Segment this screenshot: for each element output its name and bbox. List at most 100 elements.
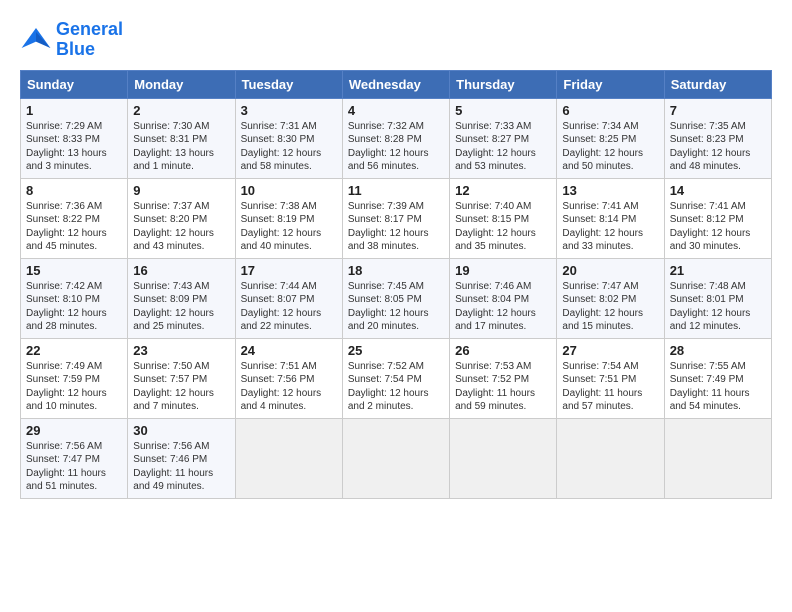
day-info: Sunrise: 7:43 AMSunset: 8:09 PMDaylight:… bbox=[133, 280, 229, 334]
day-number: 10 bbox=[241, 183, 337, 198]
day-number: 20 bbox=[562, 263, 658, 278]
logo-icon bbox=[20, 24, 52, 56]
calendar-table: SundayMondayTuesdayWednesdayThursdayFrid… bbox=[20, 70, 772, 499]
weekday-header: Monday bbox=[128, 70, 235, 98]
day-number: 18 bbox=[348, 263, 444, 278]
calendar-cell: 4 Sunrise: 7:32 AMSunset: 8:28 PMDaylight… bbox=[342, 98, 449, 178]
day-info: Sunrise: 7:47 AMSunset: 8:02 PMDaylight:… bbox=[562, 280, 658, 334]
day-number: 3 bbox=[241, 103, 337, 118]
calendar-cell: 10 Sunrise: 7:38 AMSunset: 8:19 PMDayligh… bbox=[235, 178, 342, 258]
calendar-body: 1Sunrise: 7:29 AMSunset: 8:33 PMDaylight… bbox=[21, 98, 772, 498]
calendar-week: 1Sunrise: 7:29 AMSunset: 8:33 PMDaylight… bbox=[21, 98, 772, 178]
day-number: 7 bbox=[670, 103, 766, 118]
calendar-week: 8 Sunrise: 7:36 AMSunset: 8:22 PMDaylight… bbox=[21, 178, 772, 258]
calendar-cell: 19Sunrise: 7:46 AMSunset: 8:04 PMDayligh… bbox=[450, 258, 557, 338]
day-info: Sunrise: 7:56 AMSunset: 7:46 PMDaylight:… bbox=[133, 440, 229, 494]
logo: General Blue bbox=[20, 20, 123, 60]
day-info: Sunrise: 7:31 AMSunset: 8:30 PMDaylight:… bbox=[241, 120, 337, 174]
calendar-cell: 20 Sunrise: 7:47 AMSunset: 8:02 PMDayligh… bbox=[557, 258, 664, 338]
calendar-cell: 26 Sunrise: 7:53 AMSunset: 7:52 PMDayligh… bbox=[450, 338, 557, 418]
day-number: 26 bbox=[455, 343, 551, 358]
calendar-cell: 23Sunrise: 7:50 AMSunset: 7:57 PMDayligh… bbox=[128, 338, 235, 418]
day-info: Sunrise: 7:51 AMSunset: 7:56 PMDaylight:… bbox=[241, 360, 337, 414]
day-info: Sunrise: 7:36 AMSunset: 8:22 PMDaylight:… bbox=[26, 200, 122, 254]
day-info: Sunrise: 7:33 AMSunset: 8:27 PMDaylight:… bbox=[455, 120, 551, 174]
calendar-cell: 11 Sunrise: 7:39 AMSunset: 8:17 PMDayligh… bbox=[342, 178, 449, 258]
calendar-week: 15 Sunrise: 7:42 AMSunset: 8:10 PMDayligh… bbox=[21, 258, 772, 338]
calendar-cell: 8 Sunrise: 7:36 AMSunset: 8:22 PMDaylight… bbox=[21, 178, 128, 258]
calendar-cell: 13 Sunrise: 7:41 AMSunset: 8:14 PMDayligh… bbox=[557, 178, 664, 258]
day-info: Sunrise: 7:41 AMSunset: 8:14 PMDaylight:… bbox=[562, 200, 658, 254]
day-number: 1 bbox=[26, 103, 122, 118]
day-number: 28 bbox=[670, 343, 766, 358]
day-number: 16 bbox=[133, 263, 229, 278]
calendar-cell: 6Sunrise: 7:34 AMSunset: 8:25 PMDaylight… bbox=[557, 98, 664, 178]
calendar-cell: 3 Sunrise: 7:31 AMSunset: 8:30 PMDaylight… bbox=[235, 98, 342, 178]
day-number: 24 bbox=[241, 343, 337, 358]
calendar-cell: 30 Sunrise: 7:56 AMSunset: 7:46 PMDayligh… bbox=[128, 418, 235, 498]
page-header: General Blue bbox=[20, 20, 772, 60]
day-info: Sunrise: 7:45 AMSunset: 8:05 PMDaylight:… bbox=[348, 280, 444, 334]
day-info: Sunrise: 7:42 AMSunset: 8:10 PMDaylight:… bbox=[26, 280, 122, 334]
day-info: Sunrise: 7:39 AMSunset: 8:17 PMDaylight:… bbox=[348, 200, 444, 254]
day-info: Sunrise: 7:56 AMSunset: 7:47 PMDaylight:… bbox=[26, 440, 122, 494]
day-number: 17 bbox=[241, 263, 337, 278]
day-info: Sunrise: 7:52 AMSunset: 7:54 PMDaylight:… bbox=[348, 360, 444, 414]
calendar-cell: 2 Sunrise: 7:30 AMSunset: 8:31 PMDaylight… bbox=[128, 98, 235, 178]
calendar-cell bbox=[664, 418, 771, 498]
calendar-cell: 9 Sunrise: 7:37 AMSunset: 8:20 PMDaylight… bbox=[128, 178, 235, 258]
day-info: Sunrise: 7:37 AMSunset: 8:20 PMDaylight:… bbox=[133, 200, 229, 254]
day-number: 29 bbox=[26, 423, 122, 438]
day-info: Sunrise: 7:40 AMSunset: 8:15 PMDaylight:… bbox=[455, 200, 551, 254]
calendar-week: 29 Sunrise: 7:56 AMSunset: 7:47 PMDayligh… bbox=[21, 418, 772, 498]
day-info: Sunrise: 7:35 AMSunset: 8:23 PMDaylight:… bbox=[670, 120, 766, 174]
day-info: Sunrise: 7:53 AMSunset: 7:52 PMDaylight:… bbox=[455, 360, 551, 414]
calendar-cell: 22 Sunrise: 7:49 AMSunset: 7:59 PMDayligh… bbox=[21, 338, 128, 418]
day-number: 6 bbox=[562, 103, 658, 118]
day-info: Sunrise: 7:41 AMSunset: 8:12 PMDaylight:… bbox=[670, 200, 766, 254]
day-number: 2 bbox=[133, 103, 229, 118]
day-number: 21 bbox=[670, 263, 766, 278]
weekday-header: Wednesday bbox=[342, 70, 449, 98]
day-info: Sunrise: 7:54 AMSunset: 7:51 PMDaylight:… bbox=[562, 360, 658, 414]
day-number: 27 bbox=[562, 343, 658, 358]
day-number: 4 bbox=[348, 103, 444, 118]
calendar-header: SundayMondayTuesdayWednesdayThursdayFrid… bbox=[21, 70, 772, 98]
day-info: Sunrise: 7:38 AMSunset: 8:19 PMDaylight:… bbox=[241, 200, 337, 254]
calendar-cell: 1Sunrise: 7:29 AMSunset: 8:33 PMDaylight… bbox=[21, 98, 128, 178]
weekday-header: Tuesday bbox=[235, 70, 342, 98]
weekday-header: Saturday bbox=[664, 70, 771, 98]
calendar-cell: 5 Sunrise: 7:33 AMSunset: 8:27 PMDaylight… bbox=[450, 98, 557, 178]
day-info: Sunrise: 7:30 AMSunset: 8:31 PMDaylight:… bbox=[133, 120, 229, 174]
day-info: Sunrise: 7:48 AMSunset: 8:01 PMDaylight:… bbox=[670, 280, 766, 334]
day-number: 13 bbox=[562, 183, 658, 198]
day-info: Sunrise: 7:50 AMSunset: 7:57 PMDaylight:… bbox=[133, 360, 229, 414]
calendar-cell bbox=[450, 418, 557, 498]
day-number: 5 bbox=[455, 103, 551, 118]
day-number: 9 bbox=[133, 183, 229, 198]
calendar-cell: 7 Sunrise: 7:35 AMSunset: 8:23 PMDaylight… bbox=[664, 98, 771, 178]
day-number: 22 bbox=[26, 343, 122, 358]
calendar-cell: 28 Sunrise: 7:55 AMSunset: 7:49 PMDayligh… bbox=[664, 338, 771, 418]
weekday-header: Sunday bbox=[21, 70, 128, 98]
calendar-cell: 15 Sunrise: 7:42 AMSunset: 8:10 PMDayligh… bbox=[21, 258, 128, 338]
weekday-row: SundayMondayTuesdayWednesdayThursdayFrid… bbox=[21, 70, 772, 98]
day-number: 14 bbox=[670, 183, 766, 198]
calendar-cell bbox=[557, 418, 664, 498]
calendar-cell: 16 Sunrise: 7:43 AMSunset: 8:09 PMDayligh… bbox=[128, 258, 235, 338]
day-number: 8 bbox=[26, 183, 122, 198]
day-info: Sunrise: 7:32 AMSunset: 8:28 PMDaylight:… bbox=[348, 120, 444, 174]
calendar-cell: 17Sunrise: 7:44 AMSunset: 8:07 PMDayligh… bbox=[235, 258, 342, 338]
day-number: 11 bbox=[348, 183, 444, 198]
calendar-cell: 25Sunrise: 7:52 AMSunset: 7:54 PMDayligh… bbox=[342, 338, 449, 418]
day-info: Sunrise: 7:49 AMSunset: 7:59 PMDaylight:… bbox=[26, 360, 122, 414]
day-number: 15 bbox=[26, 263, 122, 278]
calendar-week: 22 Sunrise: 7:49 AMSunset: 7:59 PMDayligh… bbox=[21, 338, 772, 418]
logo-text: General Blue bbox=[56, 20, 123, 60]
day-number: 30 bbox=[133, 423, 229, 438]
weekday-header: Thursday bbox=[450, 70, 557, 98]
calendar-cell: 14 Sunrise: 7:41 AMSunset: 8:12 PMDayligh… bbox=[664, 178, 771, 258]
day-info: Sunrise: 7:55 AMSunset: 7:49 PMDaylight:… bbox=[670, 360, 766, 414]
day-number: 19 bbox=[455, 263, 551, 278]
calendar-cell: 29 Sunrise: 7:56 AMSunset: 7:47 PMDayligh… bbox=[21, 418, 128, 498]
